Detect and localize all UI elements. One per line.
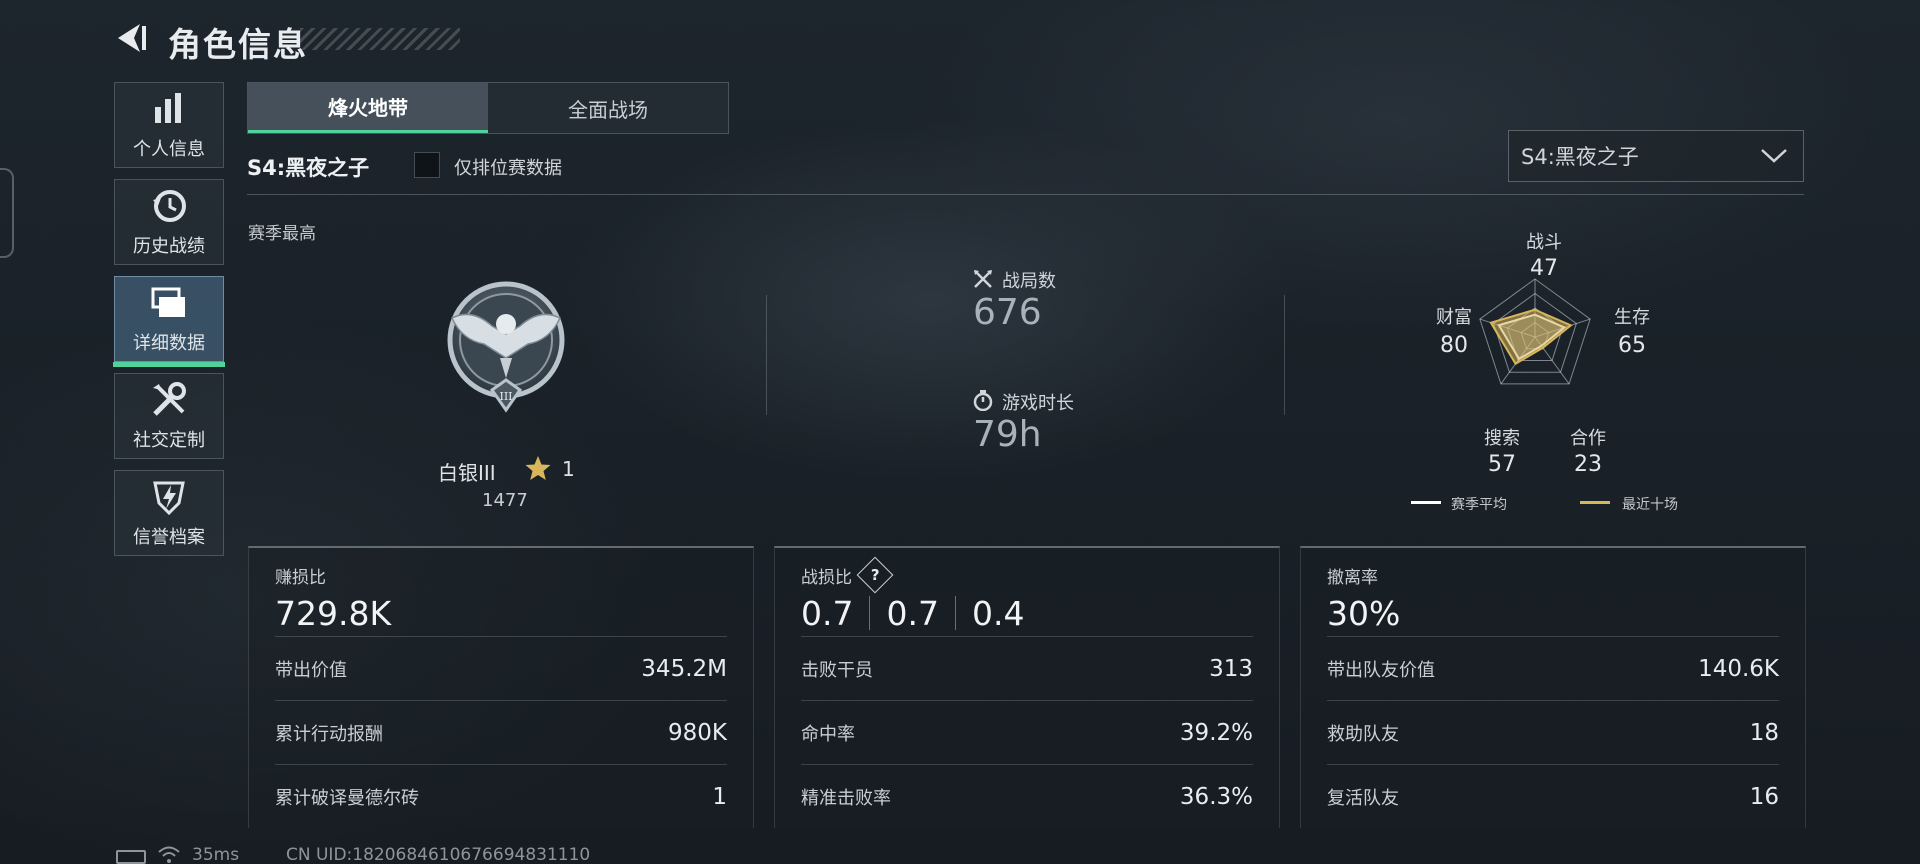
sidebar-item-history[interactable]: 历史战绩 (114, 179, 224, 265)
divider (1284, 295, 1285, 415)
matches-value: 676 (973, 292, 1042, 333)
ranked-only-checkbox[interactable] (414, 152, 440, 178)
sidebar-item-profile[interactable]: 个人信息 (114, 82, 224, 168)
sidebar-item-details[interactable]: 详细数据 (113, 276, 225, 367)
divider (766, 295, 767, 415)
radar-series-recent-ten (1489, 308, 1573, 366)
stopwatch-icon (973, 390, 993, 411)
card-title: 战损比 ? (801, 556, 1253, 594)
tools-icon (153, 382, 186, 416)
profit-loss-card: 赚损比 729.8K 带出价值 345.2M 累计行动报酬 980K 累计破译曼德尔… (248, 546, 754, 828)
matches-label: 战局数 (1002, 271, 1056, 292)
wifi-icon (158, 846, 180, 863)
help-icon[interactable]: ? (856, 556, 894, 594)
legend-swatch-season-average (1411, 501, 1441, 504)
radar-label-survival: 生存 (1614, 307, 1650, 328)
battery-icon (116, 850, 146, 864)
back-arrow-icon[interactable] (112, 20, 148, 56)
tab-full-battlefield[interactable]: 全面战场 (488, 83, 728, 133)
list-item: 精准击败率 36.3% (801, 764, 1253, 828)
sidebar-item-label: 详细数据 (133, 333, 205, 354)
playtime-value: 79h (973, 414, 1042, 455)
radar-value-combat: 47 (1530, 256, 1558, 281)
season-dropdown-value: S4:黑夜之子 (1521, 145, 1639, 169)
radar-value-survival: 65 (1618, 333, 1646, 358)
list-item: 累计行动报酬 980K (275, 700, 727, 764)
tab-warzone[interactable]: 烽火地带 (248, 83, 488, 133)
radar-label-wealth: 财富 (1436, 307, 1472, 328)
rank-score: 1477 (482, 490, 528, 511)
list-item: 救助队友 18 (1327, 700, 1779, 764)
title-decoration (300, 28, 460, 50)
season-best-heading: 赛季最高 (248, 224, 316, 244)
star-icon (525, 456, 551, 480)
rank-star-count: 1 (562, 457, 575, 481)
legend-swatch-recent-ten (1580, 501, 1610, 504)
shield-bolt-icon (153, 481, 185, 516)
bar-chart-icon (155, 93, 181, 123)
radar-value-cooperation: 23 (1574, 452, 1602, 477)
legend-label-season-average: 赛季平均 (1451, 497, 1507, 513)
sidebar: 个人信息 历史战绩 详细数据 社交定制 信誉档案 (113, 82, 225, 567)
sidebar-item-label: 个人信息 (133, 139, 205, 160)
sidebar-item-social[interactable]: 社交定制 (114, 373, 224, 459)
radar-value-wealth: 80 (1440, 333, 1468, 358)
divider (247, 194, 1804, 195)
card-main-value: 729.8K (275, 593, 392, 633)
mode-tabs: 烽火地带 全面战场 (247, 82, 729, 134)
ranked-only-label: 仅排位赛数据 (454, 158, 562, 179)
side-handle[interactable] (0, 168, 14, 258)
card-main-value: 0.7 0.7 0.4 (801, 593, 1025, 633)
card-title: 赚损比 (275, 567, 326, 588)
list-item: 带出价值 345.2M (275, 636, 727, 700)
list-item: 复活队友 16 (1327, 764, 1779, 828)
sidebar-item-reputation[interactable]: 信誉档案 (114, 470, 224, 556)
radar-value-search: 57 (1488, 452, 1516, 477)
sidebar-item-label: 社交定制 (133, 430, 205, 451)
radar-label-search: 搜索 (1484, 428, 1520, 449)
list-item: 命中率 39.2% (801, 700, 1253, 764)
radar-label-cooperation: 合作 (1570, 428, 1606, 449)
rank-name: 白银III (438, 461, 496, 485)
card-title: 撤离率 (1327, 567, 1378, 588)
extraction-rate-card: 撤离率 30% 带出队友价值 140.6K 救助队友 18 复活队友 16 (1300, 546, 1806, 828)
playtime-label: 游戏时长 (1002, 393, 1074, 414)
svg-text:III: III (499, 390, 512, 403)
chevron-down-icon (1761, 149, 1787, 163)
season-label: S4:黑夜之子 (247, 156, 370, 180)
season-dropdown[interactable]: S4:黑夜之子 (1508, 130, 1804, 182)
list-item: 累计破译曼德尔砖 1 (275, 764, 727, 828)
rank-emblem-icon: III (447, 281, 565, 413)
folder-stack-icon (151, 287, 185, 317)
card-main-value: 30% (1327, 593, 1401, 633)
crossed-swords-icon (974, 270, 992, 288)
kd-ratio-card: 战损比 ? 0.7 0.7 0.4 击败干员 313 命中率 39.2% 精准击败率… (774, 546, 1280, 828)
radar-label-combat: 战斗 (1526, 232, 1562, 253)
sidebar-item-label: 信誉档案 (133, 527, 205, 548)
sidebar-item-label: 历史战绩 (133, 236, 205, 257)
ping-latency: 35ms (192, 845, 240, 864)
history-clock-icon (153, 190, 186, 222)
list-item: 带出队友价值 140.6K (1327, 636, 1779, 700)
list-item: 击败干员 313 (801, 636, 1253, 700)
legend-label-recent-ten: 最近十场 (1622, 497, 1678, 513)
page-title: 角色信息 (168, 25, 308, 64)
radar-chart (1479, 278, 1591, 385)
player-uid: CN UID:1820684610676694831110 (286, 845, 591, 864)
